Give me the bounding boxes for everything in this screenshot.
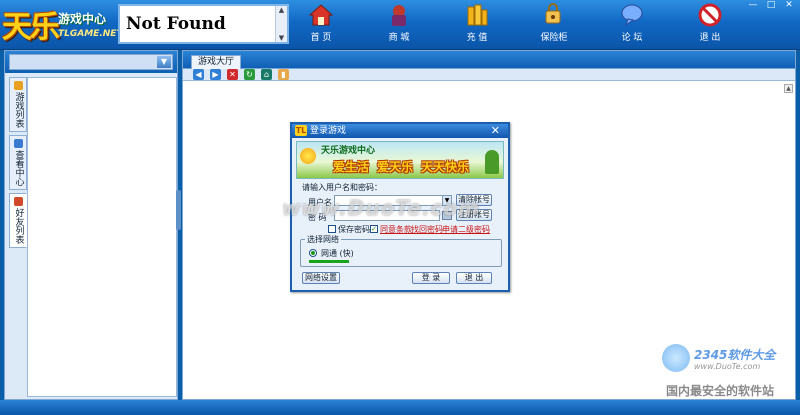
nav-mall-label: 商 城 bbox=[388, 33, 410, 43]
close-window-button[interactable]: ✕ bbox=[781, 0, 797, 10]
soft-keyboard-icon[interactable] bbox=[442, 211, 452, 220]
dialog-exit-button[interactable]: 退 出 bbox=[456, 272, 492, 284]
vertical-tabs: 游戏列表 查看中心 好友列表 bbox=[9, 77, 27, 251]
safe-lock-icon bbox=[545, 3, 561, 24]
home-icon[interactable]: ⌂ bbox=[261, 69, 272, 80]
save-password-label: 保存密码 bbox=[338, 225, 370, 234]
chevron-down-icon[interactable]: ▼ bbox=[157, 56, 171, 68]
tab-view-center-label: 查看中心 bbox=[13, 150, 24, 186]
browser-toolbar: ◀ ▶ ✕ ↻ ⌂ ▮ bbox=[193, 69, 289, 80]
nav-forum-label: 论 坛 bbox=[621, 33, 643, 43]
game-list-icon bbox=[13, 81, 23, 90]
login-button[interactable]: 登 录 bbox=[412, 272, 450, 284]
status-bar bbox=[0, 400, 800, 415]
clear-account-button[interactable]: 清除帐号 bbox=[456, 194, 492, 206]
content-scroll-up-icon[interactable]: ▲ bbox=[784, 84, 793, 93]
stop-icon[interactable]: ✕ bbox=[227, 69, 238, 80]
server-dropdown[interactable]: ▼ bbox=[9, 54, 173, 70]
address-box[interactable]: Not Found ▲ ▼ bbox=[118, 4, 289, 44]
nav-home-button[interactable]: 首 页 bbox=[291, 3, 351, 47]
sun-icon bbox=[300, 148, 316, 164]
address-scrollbar[interactable]: ▲ ▼ bbox=[275, 6, 287, 42]
username-dropdown-icon[interactable]: ▼ bbox=[442, 196, 451, 205]
app-logo: 天乐 游戏中心 TLGAME.NET bbox=[2, 2, 123, 46]
network-group-label: 选择网络 bbox=[305, 234, 341, 245]
nav-safe-button[interactable]: 保险柜 bbox=[524, 3, 584, 47]
tab-view-center[interactable]: 查看中心 bbox=[9, 135, 27, 190]
refresh-icon[interactable]: ↻ bbox=[244, 69, 255, 80]
chat-bubble-icon bbox=[621, 4, 643, 27]
banner-slogan: 爱天乐 bbox=[377, 160, 414, 174]
dialog-banner: 天乐游戏中心 爱生活 爱天乐 天天快乐 bbox=[296, 141, 504, 179]
scroll-down-arrow-icon[interactable]: ▼ bbox=[279, 34, 284, 42]
forward-icon[interactable]: ▶ bbox=[210, 69, 221, 80]
house-icon bbox=[309, 4, 333, 26]
dialog-titlebar[interactable]: TL 登录游戏 ✕ bbox=[292, 124, 508, 138]
nav-safe-label: 保险柜 bbox=[540, 33, 568, 43]
left-panel: ▼ 游戏列表 查看中心 好友列表 bbox=[4, 50, 178, 400]
favorites-icon[interactable]: ▮ bbox=[278, 69, 289, 80]
no-entry-icon bbox=[698, 3, 722, 27]
nav-exit-button[interactable]: 退 出 bbox=[680, 3, 740, 47]
tree-icon bbox=[485, 150, 499, 174]
login-prompt: 请输入用户名和密码： bbox=[302, 183, 382, 192]
banner-slogan: 爱生活 bbox=[333, 160, 370, 174]
login-form: 请输入用户名和密码： 用户名 ▼ 清除帐号 密 码 注册帐号 保存密码 ✓ 同意… bbox=[292, 179, 508, 289]
main-header: 游戏大厅 ◀ ▶ ✕ ↻ ⌂ ▮ bbox=[183, 51, 795, 81]
scroll-up-arrow-icon[interactable]: ▲ bbox=[279, 6, 284, 14]
nav-home-label: 首 页 bbox=[310, 33, 332, 43]
tab-game-hall[interactable]: 游戏大厅 bbox=[191, 55, 242, 69]
dialog-title: 登录游戏 bbox=[310, 126, 347, 136]
shopping-bag-icon bbox=[392, 5, 406, 26]
minimize-button[interactable]: — bbox=[745, 0, 761, 10]
find-password-link[interactable]: 找回密码 bbox=[411, 224, 443, 235]
address-text: Not Found bbox=[126, 14, 226, 34]
register-button[interactable]: 注册帐号 bbox=[456, 209, 492, 221]
view-center-icon bbox=[13, 139, 23, 148]
password-input[interactable] bbox=[334, 210, 440, 221]
banner-slogans: 爱生活 爱天乐 天天快乐 bbox=[333, 158, 469, 175]
agree-terms-checkbox[interactable]: ✓ bbox=[370, 225, 378, 233]
agree-terms-link[interactable]: 同意条款 bbox=[380, 224, 412, 235]
tab-game-list-label: 游戏列表 bbox=[13, 92, 24, 128]
tab-game-list[interactable]: 游戏列表 bbox=[9, 77, 27, 132]
nav-recharge-button[interactable]: 充 值 bbox=[447, 3, 507, 47]
network-settings-button[interactable]: 网络设置 bbox=[302, 272, 340, 284]
panel-splitter-handle[interactable] bbox=[176, 190, 181, 230]
password-label: 密 码 bbox=[308, 213, 327, 222]
banner-slogan: 天天快乐 bbox=[421, 160, 470, 174]
username-label: 用户名 bbox=[308, 198, 332, 207]
network-group: 选择网络 网通 (快) bbox=[300, 234, 502, 267]
maximize-button[interactable]: □ bbox=[763, 0, 779, 10]
coins-icon bbox=[467, 4, 488, 26]
nav-mall-button[interactable]: 商 城 bbox=[369, 3, 429, 47]
tab-friend-list-label: 好友列表 bbox=[13, 208, 24, 244]
apply-second-password-link[interactable]: 申请二级密码 bbox=[442, 224, 490, 235]
back-icon[interactable]: ◀ bbox=[193, 69, 204, 80]
network-speed-bar bbox=[309, 260, 349, 263]
logo-sub-text: 游戏中心 bbox=[58, 12, 107, 26]
network-radio[interactable] bbox=[309, 249, 317, 257]
logo-url-text: TLGAME.NET bbox=[58, 29, 123, 39]
left-panel-header: ▼ bbox=[5, 51, 177, 73]
username-input[interactable]: ▼ bbox=[334, 195, 452, 206]
nav-exit-label: 退 出 bbox=[699, 33, 721, 43]
logo-main-text: 天乐 bbox=[2, 10, 60, 45]
login-dialog: TL 登录游戏 ✕ 天乐游戏中心 爱生活 爱天乐 天天快乐 请输入用户名和密码：… bbox=[290, 122, 510, 292]
dialog-close-button[interactable]: ✕ bbox=[491, 124, 500, 137]
tab-friend-list[interactable]: 好友列表 bbox=[9, 193, 27, 248]
nav-forum-button[interactable]: 论 坛 bbox=[602, 3, 662, 47]
tl-logo-icon: TL bbox=[295, 125, 307, 136]
friend-list-icon bbox=[13, 197, 23, 206]
banner-title: 天乐游戏中心 bbox=[321, 146, 376, 156]
friend-list-area[interactable] bbox=[27, 77, 177, 397]
network-option-label: 网通 (快) bbox=[321, 249, 354, 258]
nav-recharge-label: 充 值 bbox=[466, 33, 488, 43]
top-bar: 天乐 游戏中心 TLGAME.NET Not Found ▲ ▼ 首 页 商 城… bbox=[0, 0, 800, 50]
save-password-checkbox[interactable] bbox=[328, 225, 336, 233]
